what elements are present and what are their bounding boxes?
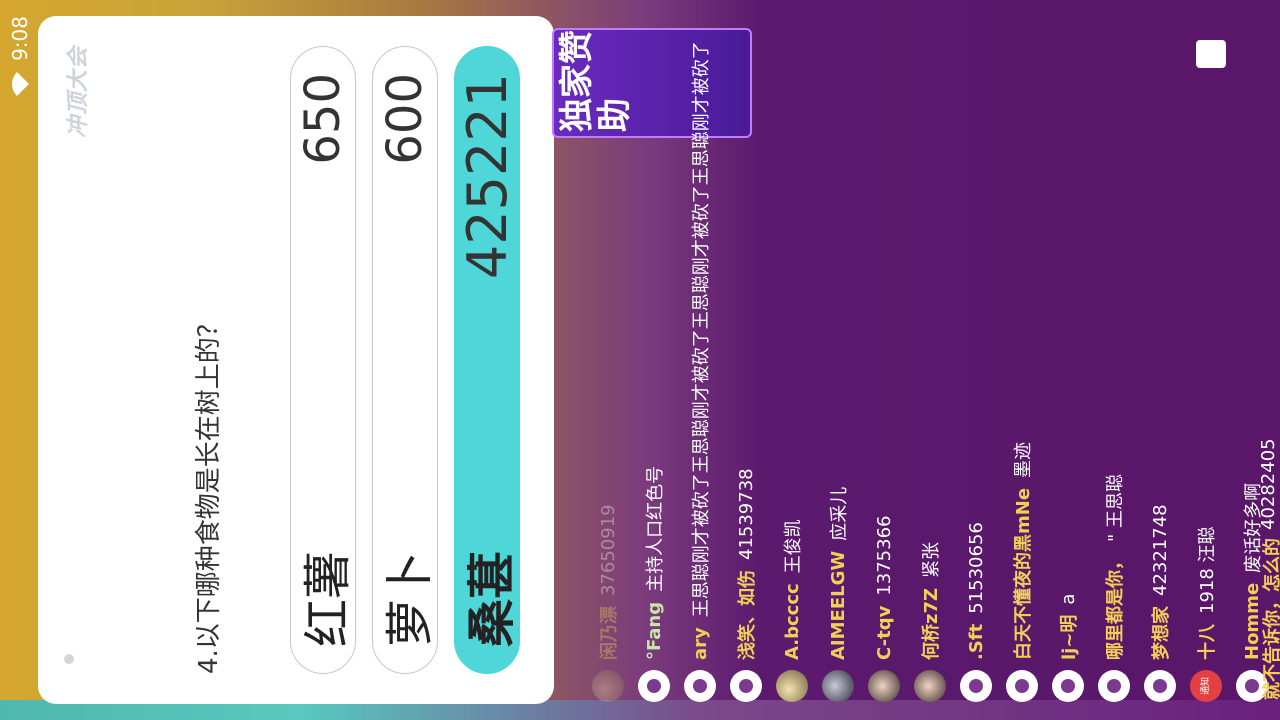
chat-text: 1375366 [873, 515, 895, 596]
chat-text: 应采儿 [829, 486, 850, 541]
chat-message: .Sft 51530656 [956, 0, 996, 702]
chat-message: 哪里都是你， " 王思聪 [1094, 0, 1134, 702]
chat-username: A.bcccc [781, 583, 803, 660]
avatar [868, 670, 900, 702]
chat-username: .Sft [965, 623, 987, 660]
answer-option-2[interactable]: 萝卜 600 [372, 46, 438, 674]
chat-message: lj~明 a [1048, 0, 1088, 702]
chat-text: 42321748 [1149, 504, 1171, 596]
answer-option-label: 桑葚 [464, 550, 520, 647]
chat-username: C-tqv [873, 605, 895, 660]
avatar [638, 670, 670, 702]
chat-text: " 王思聪 [1105, 473, 1126, 542]
chat-message: AIMEELGW 应采儿 [818, 0, 858, 702]
avatar [1144, 670, 1176, 702]
chat-text: 40282405 [1258, 438, 1279, 530]
answer-option-count: 650 [295, 73, 351, 165]
chat-text: 王俊凯 [783, 519, 804, 574]
avatar [592, 670, 624, 702]
answer-option-label: 萝卜 [382, 550, 438, 647]
chat-text: 墨迹 [1013, 441, 1034, 478]
chat-username: 梦想家 [1151, 606, 1172, 660]
chat-message: 白天不懂夜的黑mNe 墨迹 [1002, 0, 1042, 702]
chat-text: 41539738 [735, 468, 757, 560]
question-text: 4.以下哪种食物是长在树上的？ [194, 311, 224, 674]
chat-username: AIMEELGW [827, 550, 849, 660]
chat-list: 闲乃漂 37650919 °Fang 主持人口红色号 ary 王思聪刚才被砍了王… [580, 0, 1280, 720]
avatar [1098, 670, 1130, 702]
chat-text: 紧张 [921, 541, 942, 578]
chat-message: C-tqv 1375366 [864, 0, 904, 702]
avatar [1052, 670, 1084, 702]
chat-username: lj~明 [1059, 614, 1080, 660]
chat-text: 37650919 [597, 504, 619, 596]
chat-message: 梦想家 42321748 [1140, 0, 1180, 702]
chat-message-partial: 就不告诉你，怎么的 40282405 [1258, 20, 1280, 700]
chat-username: 何桥z7Z [921, 587, 942, 660]
chat-username: 白天不懂夜的黑mNe [1013, 487, 1034, 660]
question-card: 冲顶大会 4.以下哪种食物是长在树上的？ 红薯 650 萝卜 600 桑葚 42… [38, 16, 554, 704]
chat-username: 闲乃漂 [599, 606, 620, 660]
chat-message: 何桥z7Z 紧张 [910, 0, 950, 702]
avatar [822, 670, 854, 702]
chat-username: 就不告诉你，怎么的 [1262, 538, 1280, 700]
wifi-icon [11, 71, 29, 97]
avatar [776, 670, 808, 702]
app-logo: 冲顶大会 [66, 46, 91, 139]
card-indicator-icon [64, 654, 74, 664]
answer-option-count: 600 [377, 73, 433, 165]
answer-option-label: 红薯 [300, 550, 356, 647]
chat-username: °Fang [643, 601, 665, 660]
chat-text: 51530656 [965, 522, 987, 614]
chat-text: 王思聪刚才被砍了王思聪刚才被砍了王思聪刚才被砍了王思聪刚才被砍了 [691, 41, 712, 618]
chat-message: 通知 十八 1918 汪聪 [1186, 0, 1226, 702]
chat-text: 1918 汪聪 [1197, 526, 1218, 614]
avatar [960, 670, 992, 702]
avatar [730, 670, 762, 702]
chat-message: 闲乃漂 37650919 [588, 0, 628, 702]
avatar [684, 670, 716, 702]
avatar [1006, 670, 1038, 702]
chat-message: A.bcccc 王俊凯 [772, 0, 812, 702]
chat-username: 浅笑、如伤 [737, 570, 758, 660]
status-time: 9:08 [8, 16, 32, 61]
chat-text: a [1057, 593, 1079, 605]
chat-username: 哪里都是你， [1105, 552, 1126, 660]
chat-message: °Fang 主持人口红色号 [634, 0, 674, 702]
answer-option-3-correct[interactable]: 桑葚 425221 [454, 46, 520, 674]
answer-option-1[interactable]: 红薯 650 [290, 46, 356, 674]
status-bar: 9:08 [0, 0, 40, 720]
chat-text: 主持人口红色号 [645, 465, 666, 592]
rotated-screen: 9:08 冲顶大会 4.以下哪种食物是长在树上的？ 红薯 650 萝卜 600 … [0, 0, 1280, 720]
chat-username: 十八 [1197, 624, 1218, 660]
avatar [914, 670, 946, 702]
answer-option-count: 425221 [455, 73, 519, 280]
chat-message: 浅笑、如伤 41539738 [726, 0, 766, 702]
chat-username: ary [689, 627, 711, 660]
notice-icon: 通知 [1190, 670, 1222, 702]
chat-message: ary 王思聪刚才被砍了王思聪刚才被砍了王思聪刚才被砍了王思聪刚才被砍了 [680, 0, 720, 702]
